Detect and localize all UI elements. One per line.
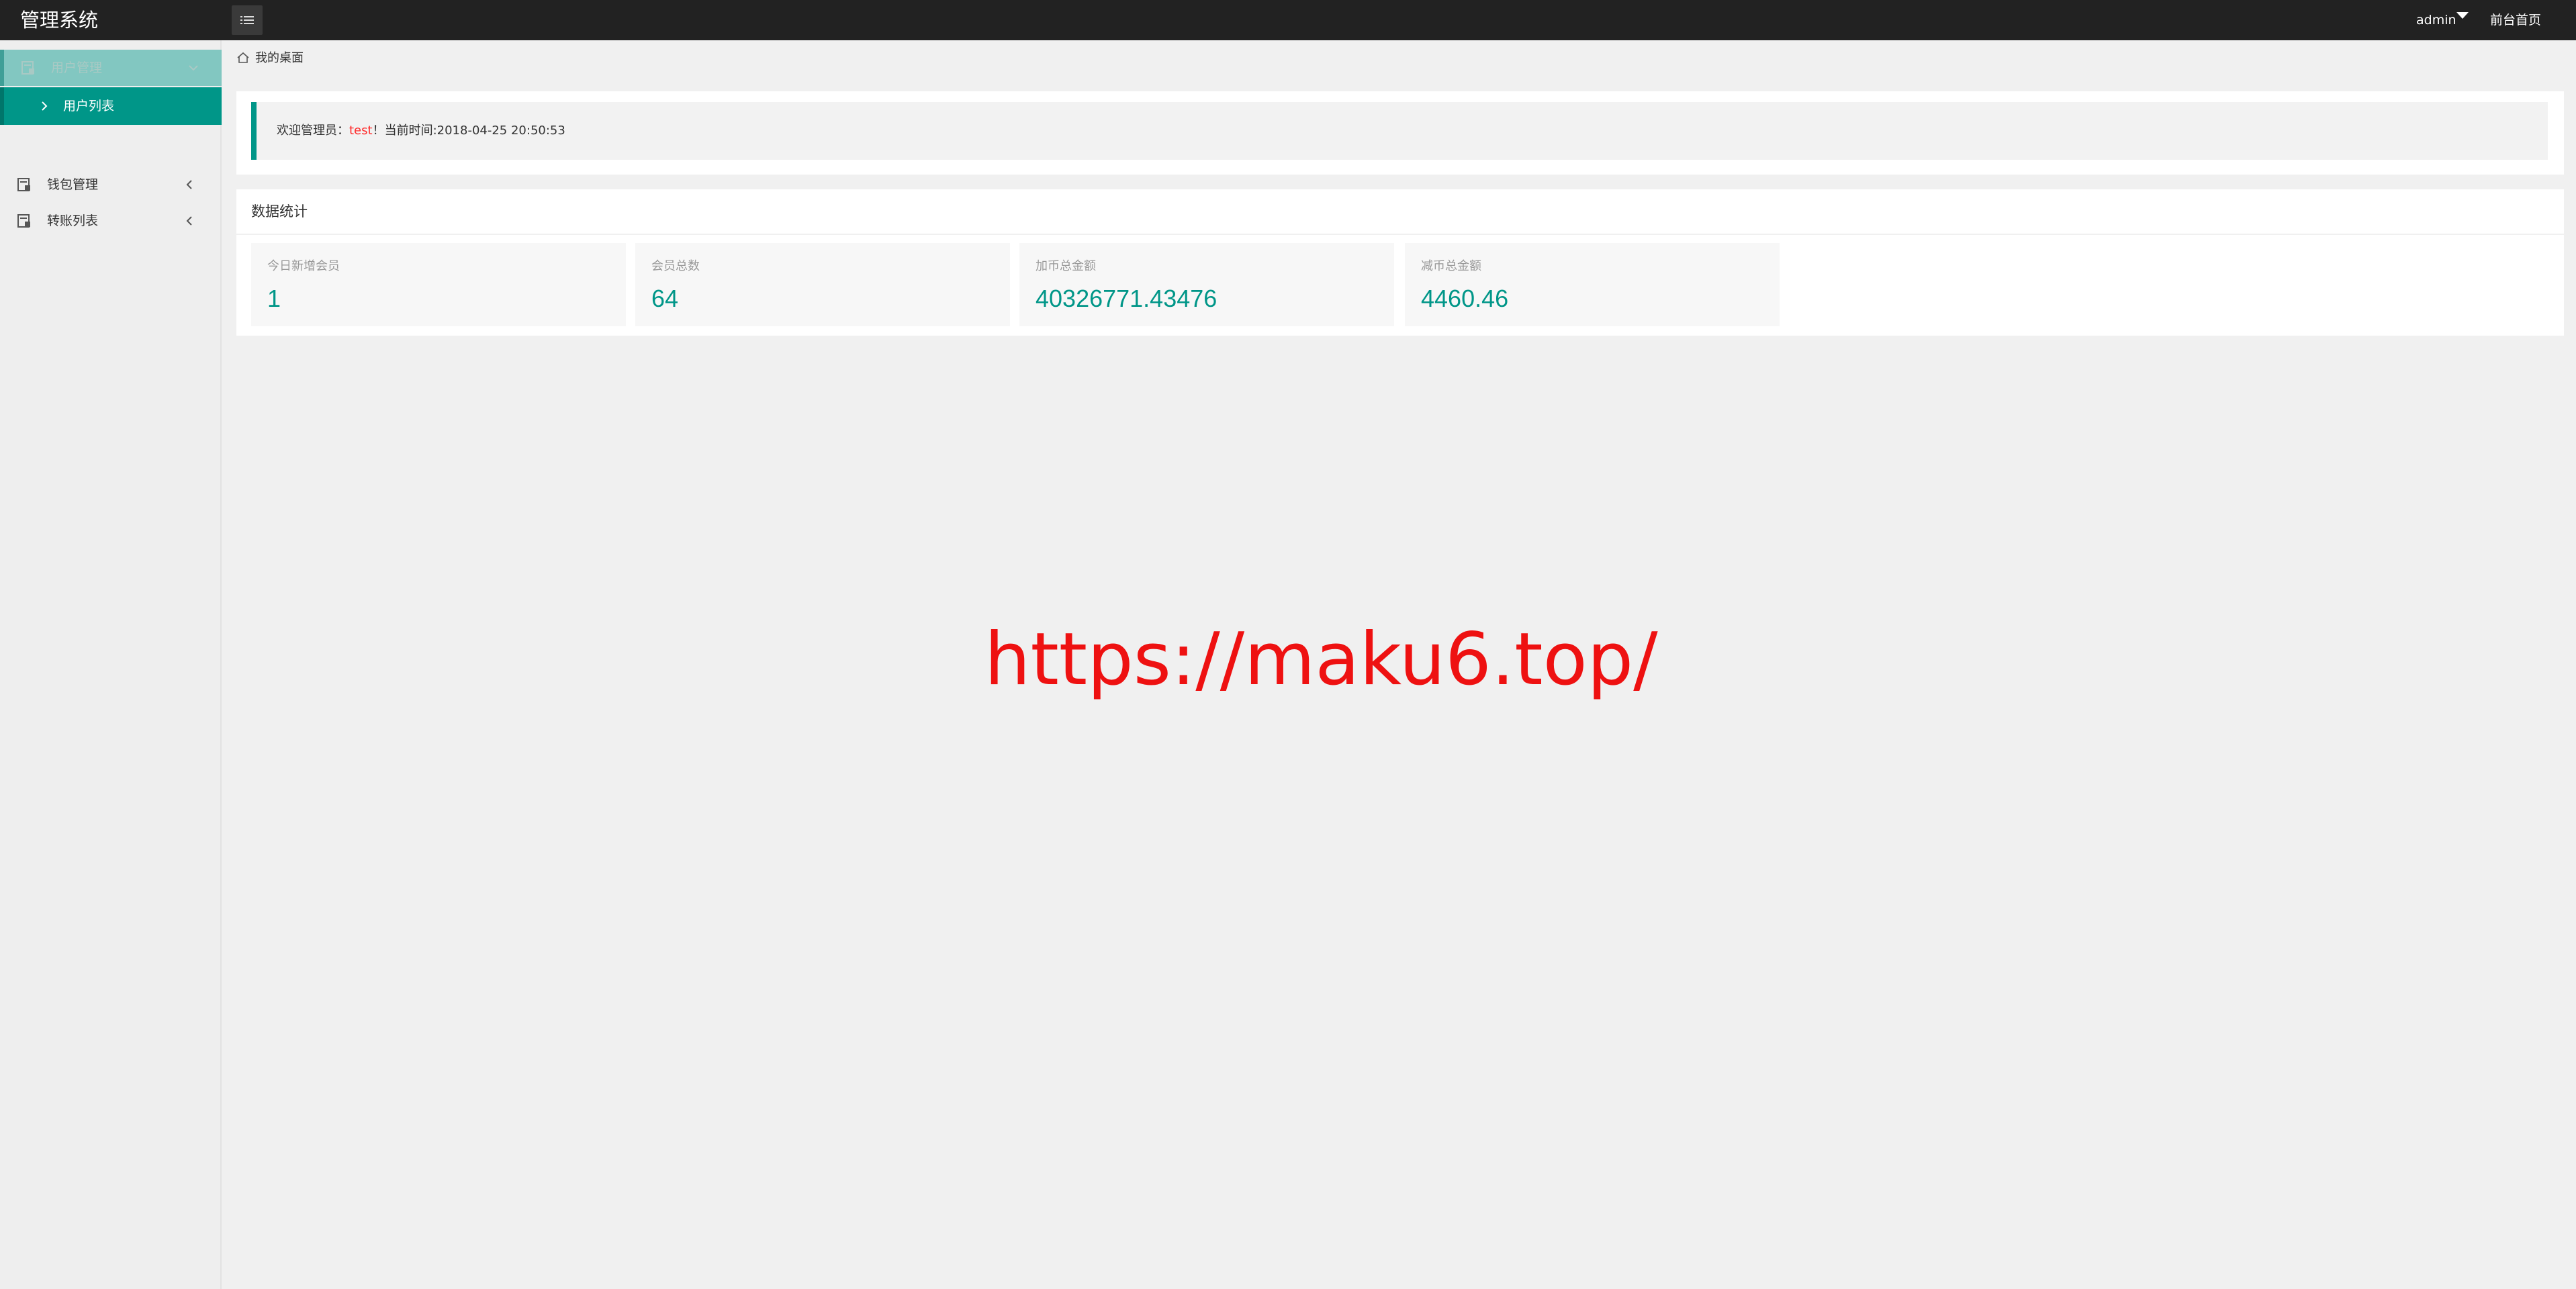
welcome-prefix: 欢迎管理员： [277, 124, 349, 138]
sidebar-item-transfer-list[interactable]: 转账列表 [0, 203, 222, 239]
front-home-link[interactable]: 前台首页 [2490, 8, 2541, 32]
folder-icon [17, 178, 30, 191]
welcome-card: 欢迎管理员：test！当前时间:2018-04-25 20:50:53 [236, 91, 2564, 175]
sidebar-item-label: 转账列表 [47, 213, 99, 228]
welcome-banner: 欢迎管理员：test！当前时间:2018-04-25 20:50:53 [251, 102, 2548, 160]
stat-label: 会员总数 [651, 259, 700, 273]
stat-label: 今日新增会员 [267, 259, 340, 273]
menu-toggle-button[interactable] [232, 5, 263, 35]
chevron-right-icon [42, 101, 48, 111]
welcome-message: 欢迎管理员：test！当前时间:2018-04-25 20:50:53 [277, 102, 565, 160]
chevron-down-icon [189, 65, 198, 71]
stat-value: 64 [651, 285, 679, 312]
stat-value: 4460.46 [1421, 285, 1509, 312]
stat-value: 1 [267, 285, 281, 312]
sidebar-item-user-management[interactable]: 用户管理 [0, 50, 222, 86]
home-icon [237, 52, 249, 63]
stats-title: 数据统计 [251, 203, 308, 220]
app-title: 管理系统 [20, 9, 99, 32]
caret-down-icon[interactable] [2456, 12, 2469, 19]
stat-total-members: 会员总数 64 [635, 243, 1010, 326]
sidebar-item-label: 用户列表 [63, 99, 115, 113]
chevron-left-icon [186, 180, 192, 189]
sidebar-item-wallet-management[interactable]: 钱包管理 [0, 166, 222, 203]
divider [236, 234, 2564, 235]
welcome-username: test [349, 124, 373, 138]
sidebar-item-label: 用户管理 [51, 60, 103, 75]
stat-label: 减币总金额 [1421, 259, 1481, 273]
sidebar-item-user-list[interactable]: 用户列表 [0, 87, 222, 125]
stat-label: 加币总金额 [1036, 259, 1096, 273]
stat-coin-added-total: 加币总金额 40326771.43476 [1019, 243, 1394, 326]
user-menu[interactable]: admin [2416, 8, 2456, 32]
stat-today-new-members: 今日新增会员 1 [251, 243, 626, 326]
folder-icon [17, 214, 30, 228]
stats-card: 数据统计 今日新增会员 1 会员总数 64 加币总金额 40326771.434… [236, 189, 2564, 336]
watermark-url: https://maku6.top/ [984, 618, 1658, 702]
sidebar: 用户管理 用户列表 钱包管理 转账列表 [0, 40, 222, 1289]
sidebar-item-label: 钱包管理 [47, 177, 99, 192]
list-icon [240, 16, 254, 24]
breadcrumb-label[interactable]: 我的桌面 [255, 48, 304, 68]
welcome-time: ！当前时间:2018-04-25 20:50:53 [372, 124, 565, 138]
folder-icon [21, 61, 34, 75]
stat-coin-deducted-total: 减币总金额 4460.46 [1405, 243, 1780, 326]
stat-value: 40326771.43476 [1036, 285, 1217, 312]
top-bar: 管理系统 admin 前台首页 [0, 0, 2576, 40]
chevron-left-icon [186, 216, 192, 226]
